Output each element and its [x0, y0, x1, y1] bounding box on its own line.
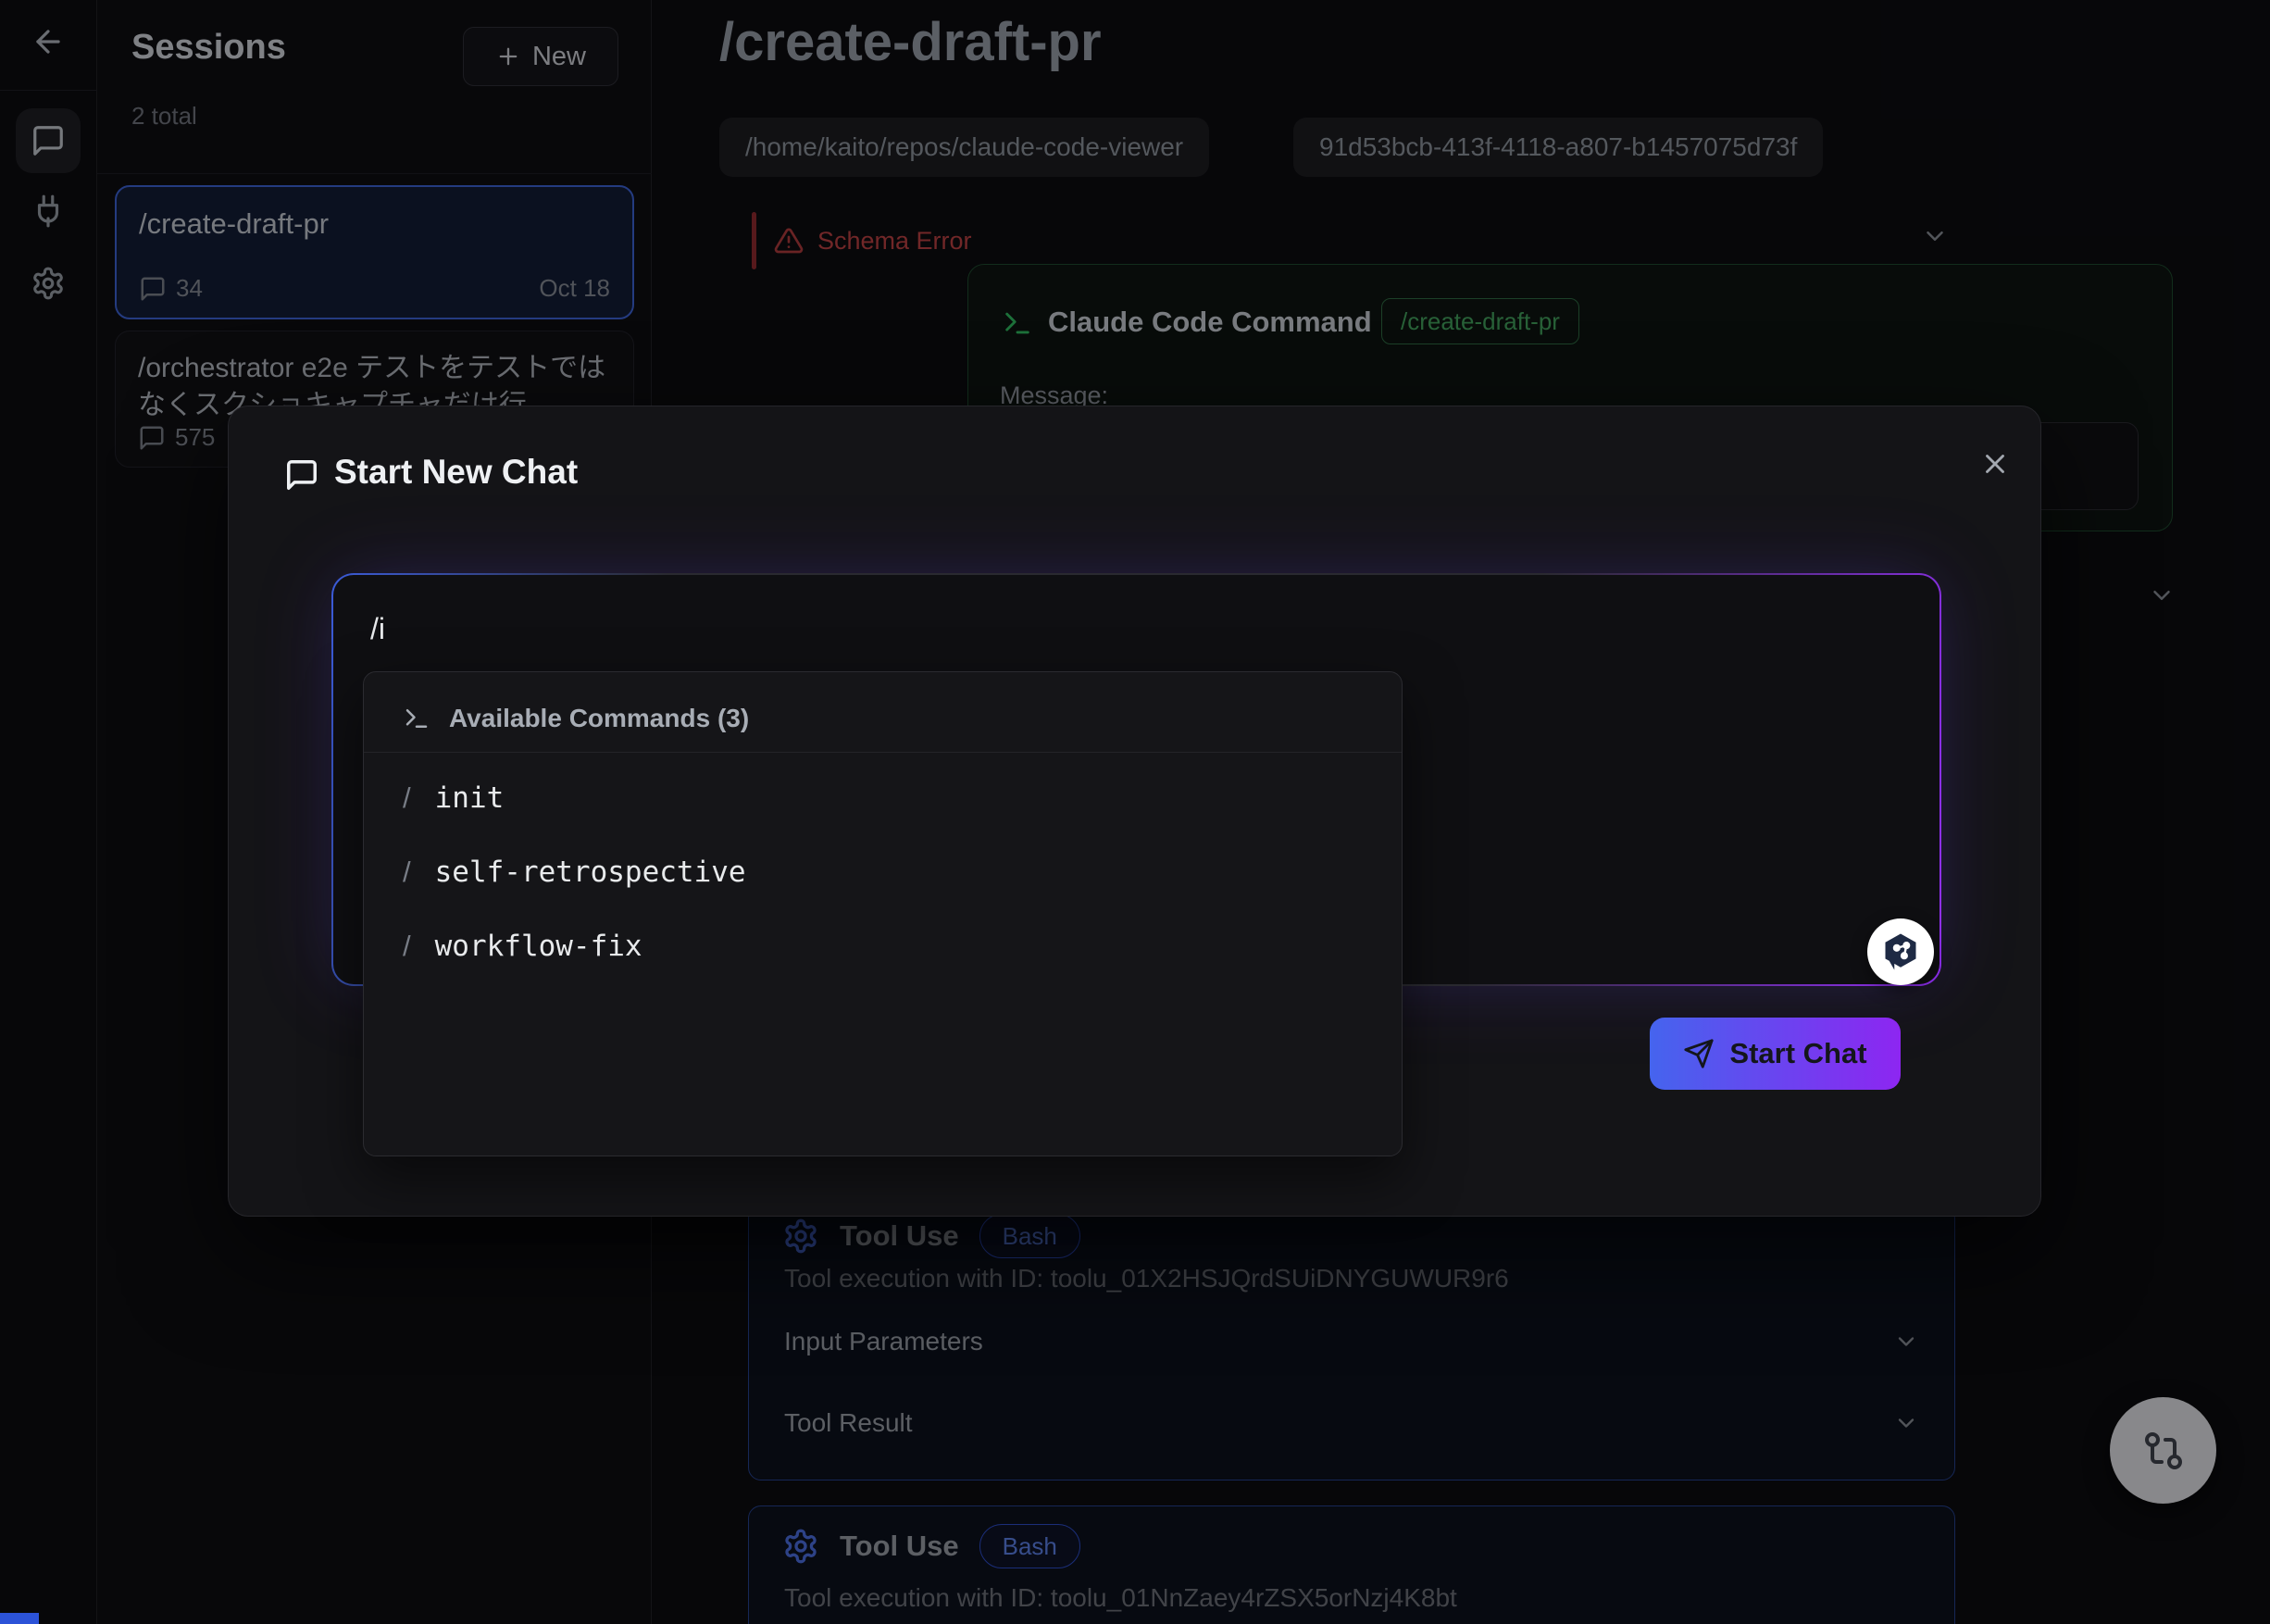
available-commands-dropdown: Available Commands (3) / init / self-ret… — [363, 671, 1403, 1156]
chat-input-value: /i — [370, 612, 385, 646]
start-new-chat-modal: Start New Chat /i Available Commands (3)… — [228, 406, 2041, 1217]
modal-close-button[interactable] — [1973, 442, 2017, 486]
close-icon — [1979, 448, 2011, 480]
start-chat-button[interactable]: Start Chat — [1650, 1018, 1901, 1090]
modal-title: Start New Chat — [334, 453, 578, 492]
git-compare-icon — [2141, 1429, 2186, 1473]
command-name: init — [435, 781, 505, 815]
command-name: workflow-fix — [435, 930, 642, 963]
command-option-workflow-fix[interactable]: / workflow-fix — [364, 913, 1402, 980]
assistant-logo-button[interactable] — [1867, 918, 1934, 985]
git-compare-fab[interactable] — [2110, 1397, 2216, 1504]
modal-chat-icon — [284, 457, 319, 493]
command-option-self-retrospective[interactable]: / self-retrospective — [364, 839, 1402, 906]
command-slash: / — [403, 856, 411, 889]
terminal-icon — [403, 705, 430, 732]
dropdown-divider — [364, 752, 1402, 753]
app-screen: Sessions New 2 total /create-draft-pr 34… — [0, 0, 2270, 1624]
command-slash: / — [403, 781, 411, 815]
send-icon — [1683, 1038, 1715, 1069]
command-slash: / — [403, 930, 411, 963]
start-chat-label: Start Chat — [1729, 1037, 1866, 1070]
available-commands-header: Available Commands (3) — [403, 704, 749, 733]
available-commands-label: Available Commands (3) — [449, 704, 749, 733]
command-option-init[interactable]: / init — [364, 765, 1402, 831]
bottom-left-indicator — [0, 1613, 39, 1624]
command-name: self-retrospective — [435, 856, 746, 889]
hexagon-share-logo-icon — [1878, 930, 1923, 974]
